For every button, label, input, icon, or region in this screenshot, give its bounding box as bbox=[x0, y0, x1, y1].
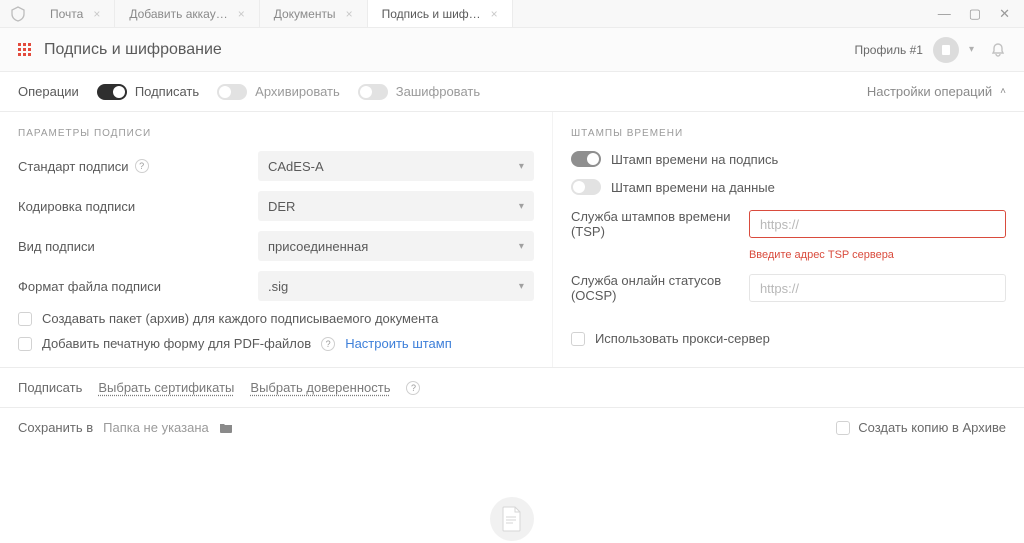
label-standard: Стандарт подписи? bbox=[18, 159, 258, 174]
operations-settings[interactable]: Настройки операций ˄ bbox=[867, 84, 1006, 99]
tab-sign-encrypt[interactable]: Подпись и шиф…× bbox=[368, 0, 513, 27]
operations-bar: Операции Подписать Архивировать Зашифров… bbox=[0, 72, 1024, 112]
link-configure-stamp[interactable]: Настроить штамп bbox=[345, 336, 452, 351]
label-proxy: Использовать прокси-сервер bbox=[595, 331, 770, 346]
checkbox-pdf-stamp[interactable] bbox=[18, 337, 32, 351]
close-icon[interactable]: × bbox=[346, 7, 353, 21]
tab-documents[interactable]: Документы× bbox=[260, 0, 368, 27]
label-save: Сохранить в bbox=[18, 420, 93, 435]
chevron-down-icon: ▾ bbox=[519, 201, 524, 212]
select-standard[interactable]: CAdES-A▾ bbox=[258, 151, 534, 181]
chevron-down-icon: ▾ bbox=[519, 281, 524, 292]
profile-selector[interactable]: Профиль #1 ▾ bbox=[854, 37, 974, 63]
titlebar: Почта× Добавить аккау…× Документы× Подпи… bbox=[0, 0, 1024, 28]
page-title: Подпись и шифрование bbox=[44, 41, 222, 59]
close-icon[interactable]: × bbox=[491, 7, 498, 21]
folder-path[interactable]: Папка не указана bbox=[103, 420, 209, 435]
switch-icon bbox=[217, 84, 247, 100]
label-sign-type: Вид подписи bbox=[18, 239, 258, 254]
close-icon[interactable]: × bbox=[238, 7, 245, 21]
apps-grid-icon[interactable] bbox=[18, 43, 32, 57]
chevron-up-icon: ˄ bbox=[1000, 86, 1006, 97]
close-icon[interactable]: × bbox=[93, 7, 100, 21]
help-icon[interactable]: ? bbox=[135, 159, 149, 173]
error-tsp: Введите адрес TSP сервера bbox=[749, 249, 1006, 261]
minimize-icon[interactable]: ― bbox=[938, 6, 951, 21]
operations-label: Операции bbox=[18, 84, 79, 99]
close-icon[interactable]: ✕ bbox=[999, 6, 1010, 22]
select-encoding[interactable]: DER▾ bbox=[258, 191, 534, 221]
folder-icon[interactable] bbox=[219, 422, 233, 434]
drop-zone[interactable] bbox=[0, 497, 1024, 541]
section-title: Штампы времени bbox=[571, 128, 1006, 139]
header: Подпись и шифрование Профиль #1 ▾ bbox=[0, 28, 1024, 72]
tab-add-account[interactable]: Добавить аккау…× bbox=[115, 0, 259, 27]
label-file-format: Формат файла подписи bbox=[18, 279, 258, 294]
timestamps-panel: Штампы времени Штамп времени на подпись … bbox=[553, 112, 1024, 367]
section-title: Параметры подписи bbox=[18, 128, 534, 139]
avatar bbox=[933, 37, 959, 63]
label-tsp: Служба штампов времени (TSP) bbox=[571, 209, 749, 239]
switch-tsp-sign[interactable] bbox=[571, 151, 601, 167]
checkbox-archive-copy[interactable] bbox=[836, 421, 850, 435]
label-archive-copy: Создать копию в Архиве bbox=[858, 420, 1006, 435]
tabs: Почта× Добавить аккау…× Документы× Подпи… bbox=[36, 0, 924, 27]
help-icon[interactable]: ? bbox=[406, 381, 420, 395]
bell-icon[interactable] bbox=[990, 42, 1006, 58]
label-ocsp: Служба онлайн статусов (OCSP) bbox=[571, 273, 749, 303]
maximize-icon[interactable]: ▢ bbox=[969, 6, 981, 22]
content: Параметры подписи Стандарт подписи? CAdE… bbox=[0, 112, 1024, 367]
tab-mail[interactable]: Почта× bbox=[36, 0, 115, 27]
label-create-archive: Создавать пакет (архив) для каждого подп… bbox=[42, 311, 438, 326]
select-file-format[interactable]: .sig▾ bbox=[258, 271, 534, 301]
chevron-down-icon: ▾ bbox=[969, 44, 974, 55]
input-ocsp[interactable] bbox=[749, 274, 1006, 302]
label-pdf-stamp: Добавить печатную форму для PDF-файлов bbox=[42, 336, 311, 351]
window-controls: ― ▢ ✕ bbox=[924, 0, 1024, 27]
switch-icon bbox=[97, 84, 127, 100]
toggle-archive[interactable]: Архивировать bbox=[217, 84, 340, 100]
label-tsp-data: Штамп времени на данные bbox=[611, 180, 775, 195]
signature-params: Параметры подписи Стандарт подписи? CAdE… bbox=[0, 112, 553, 367]
checkbox-proxy[interactable] bbox=[571, 332, 585, 346]
toggle-sign[interactable]: Подписать bbox=[97, 84, 199, 100]
label-tsp-sign: Штамп времени на подпись bbox=[611, 152, 778, 167]
help-icon[interactable]: ? bbox=[321, 337, 335, 351]
link-choose-poa[interactable]: Выбрать доверенность bbox=[250, 380, 390, 395]
checkbox-create-archive[interactable] bbox=[18, 312, 32, 326]
link-choose-cert[interactable]: Выбрать сертификаты bbox=[98, 380, 234, 395]
label-sign: Подписать bbox=[18, 380, 82, 395]
document-icon bbox=[490, 497, 534, 541]
select-sign-type[interactable]: присоединенная▾ bbox=[258, 231, 534, 261]
toggle-encrypt[interactable]: Зашифровать bbox=[358, 84, 480, 100]
app-logo bbox=[0, 0, 36, 27]
input-tsp[interactable] bbox=[749, 210, 1006, 238]
footer-save: Сохранить в Папка не указана Создать коп… bbox=[0, 407, 1024, 447]
switch-tsp-data[interactable] bbox=[571, 179, 601, 195]
chevron-down-icon: ▾ bbox=[519, 241, 524, 252]
footer-sign: Подписать Выбрать сертификаты Выбрать до… bbox=[0, 367, 1024, 407]
chevron-down-icon: ▾ bbox=[519, 161, 524, 172]
label-encoding: Кодировка подписи bbox=[18, 199, 258, 214]
switch-icon bbox=[358, 84, 388, 100]
